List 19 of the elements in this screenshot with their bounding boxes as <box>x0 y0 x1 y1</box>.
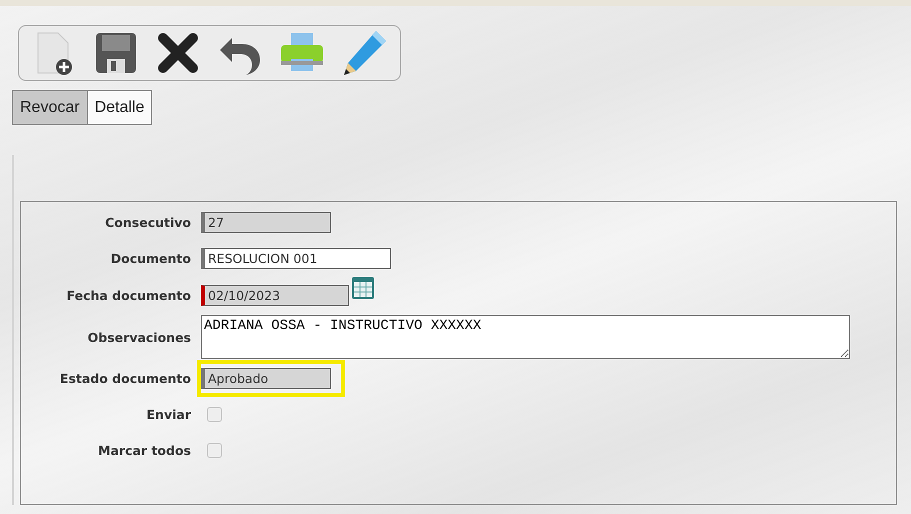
field-label: Documento <box>110 250 192 266</box>
close-icon <box>157 32 199 74</box>
checkbox[interactable] <box>207 406 222 422</box>
tab[interactable]: Revocar <box>12 90 88 125</box>
field-label: Consecutivo <box>104 214 192 230</box>
input-field[interactable]: RESOLUCION 001 <box>201 248 391 268</box>
checkbox[interactable] <box>207 442 222 458</box>
text-area[interactable]: ADRIANA OSSA - INSTRUCTIVO XXXXXX <box>201 315 850 359</box>
field-label: Estado documento <box>58 370 192 386</box>
field-label: Fecha documento <box>66 288 192 302</box>
calendar-icon[interactable] <box>351 276 375 300</box>
input-field[interactable]: Aprobado <box>201 368 331 388</box>
input-field[interactable]: 02/10/2023 <box>201 284 349 306</box>
input-field[interactable]: 27 <box>201 212 331 232</box>
tab[interactable]: Detalle <box>86 90 152 125</box>
field-label: Enviar <box>146 406 192 422</box>
field-label: Marcar todos <box>97 442 192 458</box>
field-label: Observaciones <box>86 330 192 344</box>
save-icon <box>95 31 137 75</box>
